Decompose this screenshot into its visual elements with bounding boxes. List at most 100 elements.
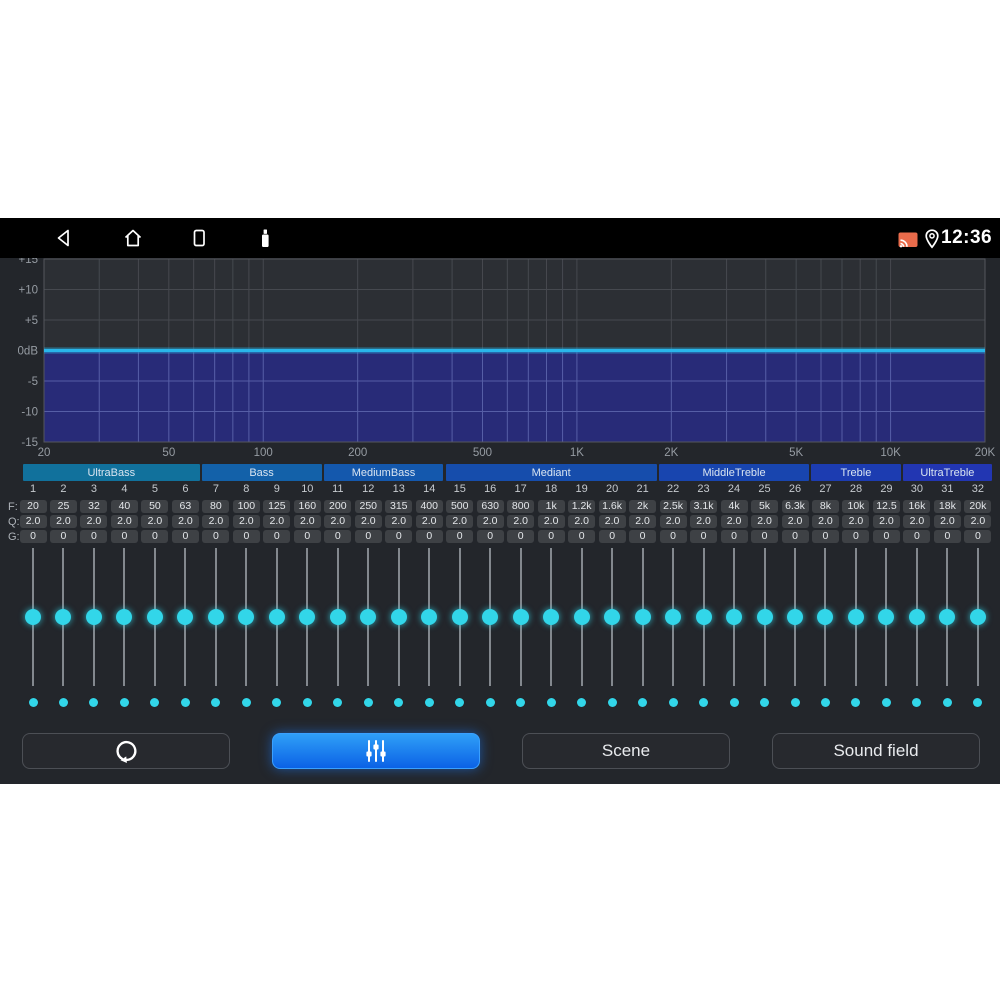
- band-q-value: 2.0: [964, 515, 992, 528]
- band-number: 24: [727, 483, 741, 495]
- band-gain-value: 0: [49, 530, 77, 543]
- gain-slider-knob[interactable]: [908, 609, 925, 625]
- gain-slider-knob[interactable]: [939, 609, 956, 625]
- gain-slider-knob[interactable]: [787, 609, 803, 625]
- home-icon[interactable]: [121, 226, 145, 250]
- band-indicator-dot: [516, 698, 526, 707]
- band-q-value: 2.0: [933, 515, 961, 528]
- band-q-value: 2.0: [232, 515, 260, 528]
- gain-slider-knob[interactable]: [878, 609, 895, 625]
- band-frequency-value: 800: [507, 500, 535, 513]
- sound-field-button[interactable]: Sound field: [772, 733, 980, 769]
- band-frequency-value: 1.6k: [598, 500, 626, 513]
- band-indicator-dot: [699, 698, 709, 707]
- band-frequency-value: 1.2k: [568, 500, 596, 513]
- band-gain-value: 0: [659, 530, 687, 543]
- band-indicator-dot: [58, 698, 68, 707]
- band-frequency-value: 16k: [903, 500, 931, 513]
- gain-slider-knob[interactable]: [726, 609, 743, 625]
- gain-slider-knob[interactable]: [421, 609, 438, 625]
- band-indicator-dot: [89, 698, 99, 707]
- band-q-value: 2.0: [659, 515, 687, 528]
- gain-slider-knob[interactable]: [695, 609, 712, 625]
- band-q-value: 2.0: [49, 515, 77, 528]
- band-number: 31: [941, 483, 954, 495]
- band-indicator-dot: [455, 698, 465, 707]
- gain-slider-knob[interactable]: [604, 609, 621, 625]
- band-number: 21: [636, 483, 649, 495]
- band-indicator-dot: [851, 698, 861, 707]
- band-gain-value: 0: [629, 530, 657, 543]
- gain-slider-knob[interactable]: [329, 609, 346, 625]
- band-frequency-value: 2.5k: [659, 500, 687, 513]
- gain-slider-knob[interactable]: [360, 609, 377, 625]
- gain-slider-knob[interactable]: [451, 609, 468, 625]
- gain-slider-knob[interactable]: [116, 609, 133, 625]
- band-number: 6: [182, 483, 189, 495]
- gain-slider-knob[interactable]: [55, 609, 72, 625]
- band-gain-value: 0: [385, 530, 413, 543]
- band-group-header: Bass: [201, 464, 322, 481]
- band-number: 30: [910, 483, 924, 495]
- gain-slider-knob[interactable]: [299, 609, 316, 625]
- band-gain-value: 0: [964, 530, 992, 543]
- gain-slider-knob[interactable]: [146, 609, 163, 625]
- band-q-value: 2.0: [324, 515, 352, 528]
- band-frequency-value: 80: [202, 500, 230, 513]
- gain-slider-knob[interactable]: [573, 609, 590, 625]
- y-axis-tick-label: +5: [25, 315, 38, 327]
- band-q-value: 2.0: [903, 515, 931, 528]
- band-indicator-dot: [973, 698, 983, 707]
- scene-button-label: Scene: [601, 741, 651, 760]
- band-frequency-value: 6.3k: [781, 500, 809, 513]
- band-indicator-dot: [180, 698, 190, 707]
- equalizer-button[interactable]: [272, 733, 480, 769]
- gain-slider-knob[interactable]: [390, 609, 407, 625]
- recents-icon[interactable]: [187, 226, 211, 250]
- gain-slider-knob[interactable]: [268, 609, 285, 625]
- band-gain-value: 0: [568, 530, 596, 543]
- x-axis-tick-label: 50: [162, 447, 175, 459]
- gain-slider-knob[interactable]: [85, 609, 102, 625]
- x-axis-tick-label: 10K: [880, 447, 901, 459]
- band-gain-value: 0: [202, 530, 230, 543]
- gain-slider-knob[interactable]: [238, 609, 255, 625]
- scene-button[interactable]: Scene: [522, 733, 730, 769]
- y-axis-tick-label: -15: [21, 437, 38, 449]
- reset-icon: [116, 741, 137, 764]
- gain-slider-knob[interactable]: [665, 609, 682, 625]
- band-q-value: 2.0: [263, 515, 291, 528]
- status-time: 12:36: [941, 227, 993, 248]
- back-icon[interactable]: [53, 226, 77, 250]
- band-q-value: 2.0: [110, 515, 138, 528]
- band-indicator-dot: [211, 698, 221, 707]
- band-group-header: UltraTreble: [902, 464, 993, 481]
- band-q-value: 2.0: [19, 515, 47, 528]
- band-number: 7: [212, 483, 219, 495]
- band-indicator-dot: [302, 698, 312, 707]
- x-axis-tick-label: 200: [348, 447, 367, 459]
- gain-slider-knob[interactable]: [634, 609, 651, 625]
- band-indicator-dot: [607, 698, 617, 707]
- band-number: 18: [545, 483, 558, 495]
- band-q-value: 2.0: [476, 515, 504, 528]
- gain-slider-knob[interactable]: [207, 609, 224, 625]
- band-number: 23: [697, 483, 710, 495]
- gain-slider-knob[interactable]: [512, 609, 529, 625]
- gain-slider-knob[interactable]: [847, 609, 864, 625]
- band-frequency-value: 1k: [537, 500, 565, 513]
- gain-slider-knob[interactable]: [817, 609, 834, 625]
- gain-slider-knob[interactable]: [969, 609, 986, 625]
- band-group-header: MediumBass: [323, 464, 444, 481]
- band-frequency-value: 32: [80, 500, 108, 513]
- gain-slider-knob[interactable]: [177, 609, 194, 625]
- x-axis-tick-label: 20K: [975, 447, 996, 459]
- band-frequency-value: 2k: [629, 500, 657, 513]
- reset-button[interactable]: [22, 733, 230, 769]
- gain-slider-knob[interactable]: [543, 609, 560, 625]
- usb-drive-icon[interactable]: [253, 226, 277, 250]
- band-gain-value: 0: [110, 530, 138, 543]
- gain-slider-knob[interactable]: [482, 609, 499, 625]
- gain-slider-knob[interactable]: [756, 609, 773, 625]
- gain-slider-knob[interactable]: [25, 609, 41, 625]
